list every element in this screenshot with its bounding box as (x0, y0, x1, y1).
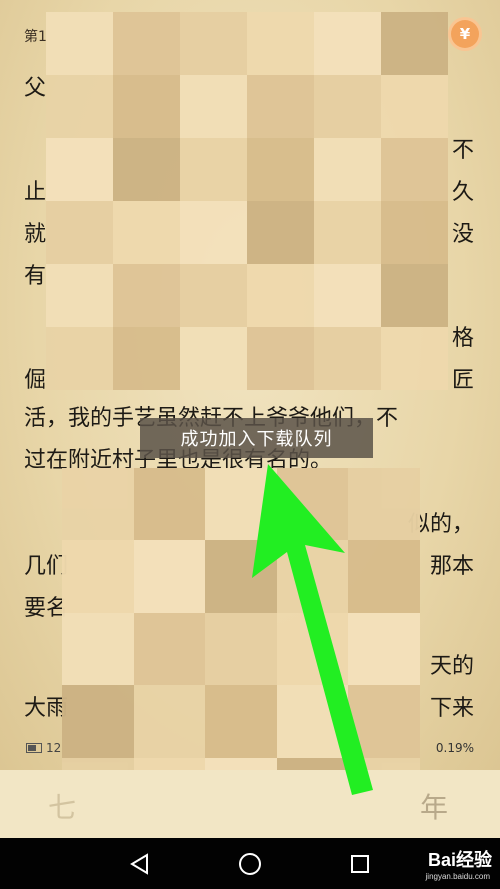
text-line-right: 天的 (429, 654, 474, 679)
mosaic-tile (276, 685, 349, 758)
mosaic-tile (113, 12, 180, 75)
reading-progress: 0.19% (435, 741, 474, 755)
mosaic-tile (276, 540, 349, 613)
text-line-right: 没 (451, 222, 474, 247)
mosaic-tile (314, 75, 381, 138)
mosaic-tile (381, 138, 448, 201)
mosaic-tile (113, 75, 180, 138)
mosaic-tile (46, 12, 113, 75)
mosaic-tile (276, 468, 349, 541)
text-line-right: 久 (451, 180, 474, 205)
watermark-logo: Bai经验 (427, 850, 492, 870)
text-line-right: 匠 (451, 368, 474, 393)
mosaic-tile (381, 201, 448, 264)
mosaic-tile (133, 468, 206, 541)
mosaic-tile (247, 327, 314, 390)
mosaic-tile (46, 264, 113, 327)
watermark-site: jingyan.baidu.com (425, 872, 490, 881)
mosaic-tile (180, 75, 247, 138)
battery-status: 12 (26, 741, 61, 755)
mosaic-tile (46, 327, 113, 390)
mosaic-tile (348, 468, 420, 541)
mosaic-tile (381, 264, 448, 327)
text-line-left: 止 (24, 180, 47, 205)
mosaic-tile (180, 264, 247, 327)
mosaic-tile (247, 264, 314, 327)
mosaic-tile (205, 685, 277, 758)
mosaic-tile (133, 540, 206, 613)
mosaic-tile (180, 138, 247, 201)
text-line-left: 就 (24, 222, 47, 247)
recents-icon[interactable] (346, 850, 374, 878)
mosaic-tile (46, 75, 113, 138)
reader-page[interactable]: 第1 ¥ 父止就有倔几们要名大雨 不久没格匠似的，那本天的下来 活，我的手艺虽然… (0, 0, 500, 830)
back-icon[interactable] (126, 850, 154, 878)
mosaic-tile (348, 612, 420, 686)
mosaic-tile (62, 685, 134, 758)
mosaic-tile (314, 201, 381, 264)
text-line-right: 下来 (429, 696, 474, 721)
mosaic-tile (348, 540, 420, 613)
mosaic-tile (113, 138, 180, 201)
mosaic-tile (314, 138, 381, 201)
mosaic-tile (180, 201, 247, 264)
mosaic-tile (205, 540, 277, 613)
mosaic-tile (180, 12, 247, 75)
chapter-title: 第1 (24, 29, 47, 45)
mosaic-tile (205, 468, 277, 541)
mosaic-tile (381, 12, 448, 75)
pixelated-overlay-top (46, 12, 448, 390)
battery-icon (26, 743, 42, 753)
text-line-right: 那本 (429, 554, 474, 579)
coin-icon[interactable]: ¥ (451, 20, 479, 48)
mosaic-tile (133, 612, 206, 686)
bottom-left-text: 七 (48, 791, 77, 824)
mosaic-tile (247, 75, 314, 138)
mosaic-tile (46, 201, 113, 264)
text-line-left: 倔 (24, 368, 47, 393)
system-nav-bar (0, 838, 500, 889)
mosaic-tile (314, 12, 381, 75)
mosaic-tile (62, 540, 134, 613)
text-line-left: 父 (24, 76, 47, 101)
mosaic-tile (113, 201, 180, 264)
mosaic-tile (46, 138, 113, 201)
mosaic-tile (247, 12, 314, 75)
bottom-right-text: 年 (419, 791, 448, 824)
mosaic-tile (113, 327, 180, 390)
mosaic-tile (133, 685, 206, 758)
mosaic-tile (247, 201, 314, 264)
text-line-right: 格 (451, 326, 474, 351)
mosaic-tile (381, 75, 448, 138)
mosaic-tile (314, 264, 381, 327)
mosaic-tile (381, 327, 448, 390)
text-line-left: 有 (24, 264, 47, 289)
battery-time: 12 (46, 741, 62, 755)
mosaic-tile (113, 264, 180, 327)
home-icon[interactable] (236, 850, 264, 878)
mosaic-tile (62, 468, 134, 541)
bottom-toolbar: 七 年 (0, 770, 500, 838)
mosaic-tile (276, 612, 349, 686)
text-line-right: 不 (451, 138, 474, 163)
mosaic-tile (180, 327, 247, 390)
download-queue-toast: 成功加入下载队列 (140, 418, 373, 458)
mosaic-tile (314, 327, 381, 390)
mosaic-tile (247, 138, 314, 201)
mosaic-tile (62, 612, 134, 686)
mosaic-tile (348, 685, 420, 758)
mosaic-tile (205, 612, 277, 686)
